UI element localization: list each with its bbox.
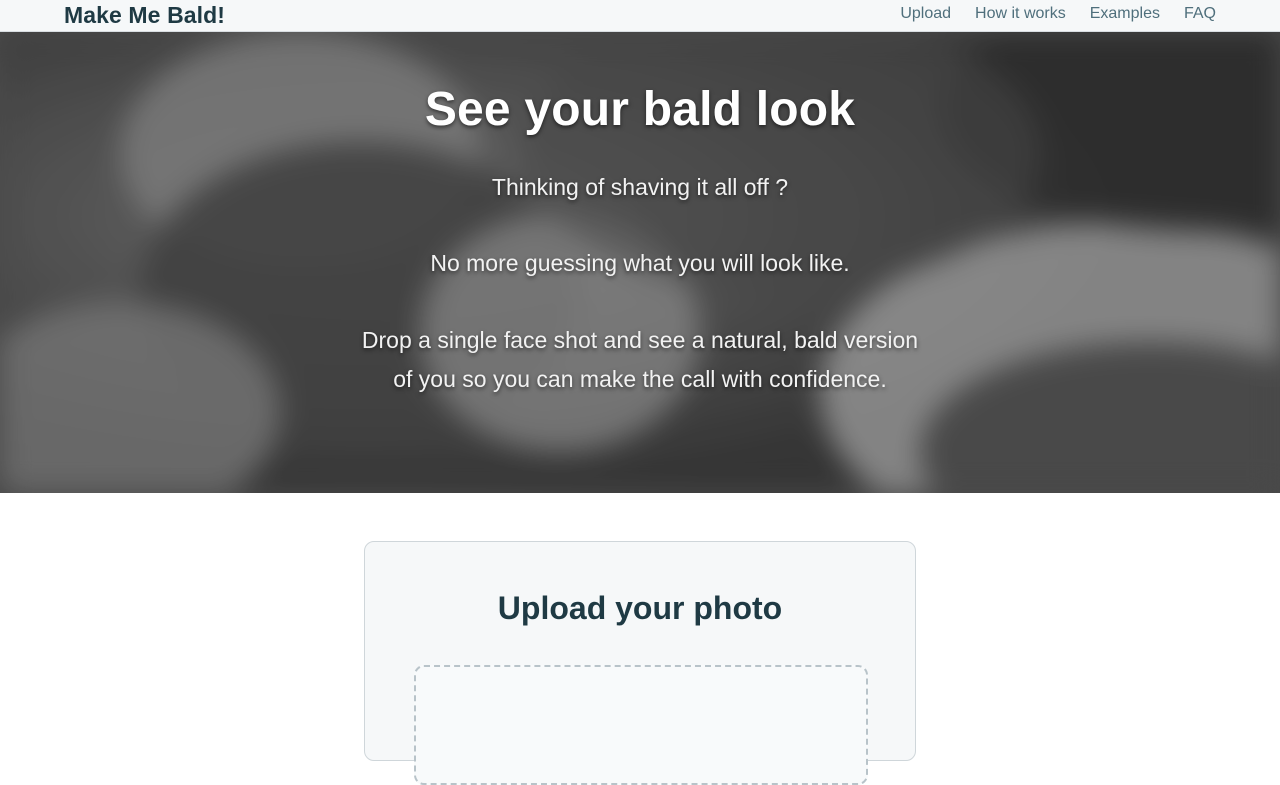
hero-title: See your bald look [424, 83, 856, 136]
hero-section: See your bald look Thinking of shaving i… [0, 32, 1280, 493]
hero-text-line-2: No more guessing what you will look like… [430, 250, 850, 276]
nav-links: Upload How it works Examples FAQ [900, 5, 1216, 23]
hero-text-line-3b: of you so you can make the call with con… [393, 366, 887, 392]
nav-link-how-it-works[interactable]: How it works [975, 5, 1066, 23]
nav-link-faq[interactable]: FAQ [1184, 5, 1216, 23]
upload-title: Upload your photo [497, 590, 783, 626]
photo-dropzone[interactable] [414, 665, 868, 785]
hero-text-line-1: Thinking of shaving it all off ? [491, 174, 789, 200]
top-navbar: Make Me Bald! Upload How it works Exampl… [0, 0, 1280, 32]
brand-logo-link[interactable]: Make Me Bald! [64, 2, 225, 29]
nav-link-upload[interactable]: Upload [900, 5, 951, 23]
upload-card: Upload your photo [364, 541, 916, 785]
nav-link-examples[interactable]: Examples [1090, 5, 1160, 23]
hero-text-line-3a: Drop a single face shot and see a natura… [361, 327, 919, 353]
hero-text-line-3: Drop a single face shot and see a natura… [0, 321, 1280, 399]
